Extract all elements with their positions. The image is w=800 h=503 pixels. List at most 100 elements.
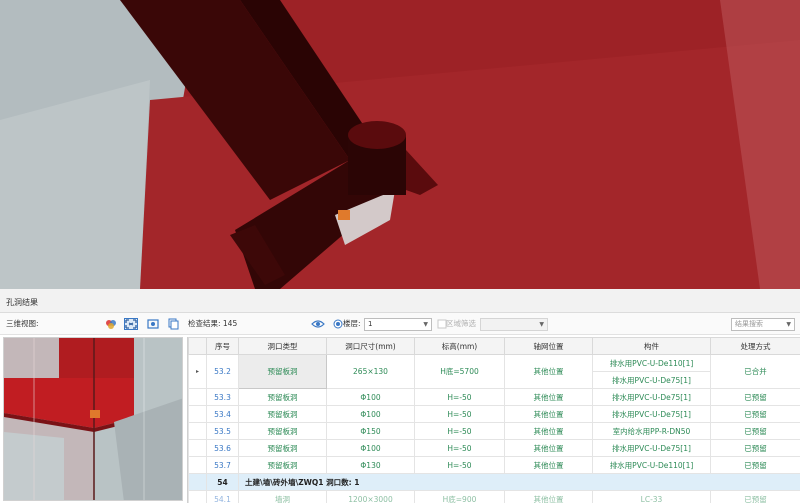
panel-header: 孔洞结果: [0, 289, 800, 313]
table-row[interactable]: 53.7 预留板洞 Φ130 H=-50 其他位置 排水用PVC-U-De110…: [188, 456, 800, 474]
cell-component: 排水用PVC-U-De75[1]: [592, 439, 711, 457]
cell-component: 排水用PVC-U-De110[1]: [592, 456, 711, 474]
mini-3d-view[interactable]: [3, 337, 183, 501]
cell-elevation: H=-50: [414, 422, 505, 440]
cell-method: 已合并: [710, 354, 800, 389]
cell-type: 预留板洞: [238, 405, 327, 423]
group-row[interactable]: 54 土建\墙\砖外墙\ZWQ1 洞口数: 1: [188, 473, 800, 491]
cell-method: 已预留: [710, 490, 800, 503]
header-size[interactable]: 洞口尺寸(mm): [326, 337, 415, 355]
table-row[interactable]: 53.3 预留板洞 Φ100 H=-50 其他位置 排水用PVC-U-De75[…: [188, 388, 800, 406]
cell-elevation: H=-50: [414, 439, 505, 457]
row-indicator: [188, 490, 207, 503]
table-row[interactable]: 54.1 墙洞 1200×3000 H底=900 其他位置 LC-33 已预留: [188, 490, 800, 503]
copy-icon[interactable]: [166, 318, 180, 330]
table-row[interactable]: 53.5 预留板洞 Φ150 H=-50 其他位置 室内给水用PP-R-DN50…: [188, 422, 800, 440]
cell-component: 排水用PVC-U-De110[1]: [592, 354, 711, 372]
header-method[interactable]: 处理方式: [710, 337, 800, 355]
floor-select-value: 1: [368, 320, 373, 328]
cell-component: 排水用PVC-U-De75[1]: [592, 405, 711, 423]
cell-size: 1200×3000: [326, 490, 415, 503]
cell-size: Φ100: [326, 405, 415, 423]
group-title: 土建\墙\砖外墙\ZWQ1 洞口数: 1: [238, 473, 800, 491]
result-search-placeholder: 结果搜索: [735, 320, 763, 328]
row-indicator: [188, 422, 207, 440]
cell-type: 墙洞: [238, 490, 327, 503]
region-filter-select: ▼: [480, 318, 548, 331]
cell-axis: 其他位置: [504, 490, 593, 503]
result-search-input[interactable]: 结果搜索 ▼: [731, 318, 795, 331]
row-indicator: [188, 456, 207, 474]
row-indicator: [188, 473, 207, 491]
cell-seq: 53.6: [206, 439, 239, 457]
cell-axis: 其他位置: [504, 422, 593, 440]
table-row[interactable]: 53.6 预留板洞 Φ100 H=-50 其他位置 排水用PVC-U-De75[…: [188, 439, 800, 457]
header-component[interactable]: 构件: [592, 337, 711, 355]
floor-select[interactable]: 1 ▼: [364, 318, 432, 331]
cell-axis: 其他位置: [504, 354, 593, 389]
cell-elevation: H底=900: [414, 490, 505, 503]
cell-seq: 53.5: [206, 422, 239, 440]
cell-elevation: H底=5700: [414, 354, 505, 389]
cell-size: Φ100: [326, 439, 415, 457]
panel-title: 孔洞结果: [6, 298, 38, 307]
cell-size: Φ100: [326, 388, 415, 406]
row-indicator-icon: ▸: [188, 354, 207, 389]
cell-elevation: H=-50: [414, 405, 505, 423]
cell-elevation: H=-50: [414, 388, 505, 406]
cell-elevation: H=-50: [414, 456, 505, 474]
cell-component: 室内给水用PP-R-DN50: [592, 422, 711, 440]
cell-size: 265×130: [326, 354, 415, 389]
header-axis[interactable]: 轴网位置: [504, 337, 593, 355]
cell-type: 预留板洞: [238, 388, 327, 406]
eye-icon[interactable]: [311, 318, 325, 330]
cell-seq: 53.3: [206, 388, 239, 406]
cell-axis: 其他位置: [504, 439, 593, 457]
3d-viewport[interactable]: [0, 0, 800, 289]
cell-seq: 53.4: [206, 405, 239, 423]
cell-type: 预留板洞: [238, 439, 327, 457]
row-indicator: [188, 439, 207, 457]
header-indicator: [188, 337, 207, 355]
3d-model-render: [0, 0, 800, 289]
table-row[interactable]: ▸ 53.2 预留板洞 265×130 H底=5700 其他位置 排水用PVC-…: [188, 354, 800, 389]
color-icon[interactable]: [104, 318, 118, 330]
cell-component: LC-33: [592, 490, 711, 503]
cell-method: 已预留: [710, 422, 800, 440]
results-toolbar: 三维视图: 检查结果: 145 楼层: 1 ▼ 区域筛选 ▼ 结果搜索 ▼: [0, 313, 800, 335]
cell-component: 排水用PVC-U-De75[1]: [592, 371, 711, 389]
results-grid: 序号 洞口类型 洞口尺寸(mm) 标高(mm) 轴网位置 构件 处理方式 ▸ 5…: [187, 337, 800, 503]
header-type[interactable]: 洞口类型: [238, 337, 327, 355]
cell-axis: 其他位置: [504, 456, 593, 474]
results-table: 序号 洞口类型 洞口尺寸(mm) 标高(mm) 轴网位置 构件 处理方式 ▸ 5…: [188, 337, 800, 503]
group-number: 54: [206, 473, 239, 491]
row-indicator: [188, 388, 207, 406]
cell-axis: 其他位置: [504, 405, 593, 423]
cell-component: 排水用PVC-U-De75[1]: [592, 388, 711, 406]
floor-label: 楼层:: [343, 319, 361, 328]
cell-size: Φ130: [326, 456, 415, 474]
result-count: 检查结果: 145: [188, 319, 238, 328]
camera-icon[interactable]: [146, 318, 160, 330]
cell-seq: 53.7: [206, 456, 239, 474]
mini-model-render: [4, 338, 182, 500]
fit-view-icon[interactable]: [124, 318, 138, 330]
chevron-down-icon: ▼: [423, 321, 428, 328]
chevron-down-icon: ▼: [786, 321, 791, 328]
cell-type[interactable]: 预留板洞: [238, 354, 327, 389]
header-elevation[interactable]: 标高(mm): [414, 337, 505, 355]
cell-method: 已预留: [710, 405, 800, 423]
cell-method: 已预留: [710, 388, 800, 406]
table-header-row: 序号 洞口类型 洞口尺寸(mm) 标高(mm) 轴网位置 构件 处理方式: [188, 337, 800, 355]
view-label: 三维视图:: [6, 319, 39, 328]
cell-method: 已预留: [710, 439, 800, 457]
cell-axis: 其他位置: [504, 388, 593, 406]
cell-size: Φ150: [326, 422, 415, 440]
cell-type: 预留板洞: [238, 456, 327, 474]
cell-seq: 53.2: [206, 354, 239, 389]
chevron-down-icon: ▼: [539, 321, 544, 328]
header-seq[interactable]: 序号: [206, 337, 239, 355]
table-row[interactable]: 53.4 预留板洞 Φ100 H=-50 其他位置 排水用PVC-U-De75[…: [188, 405, 800, 423]
row-indicator: [188, 405, 207, 423]
cell-type: 预留板洞: [238, 422, 327, 440]
